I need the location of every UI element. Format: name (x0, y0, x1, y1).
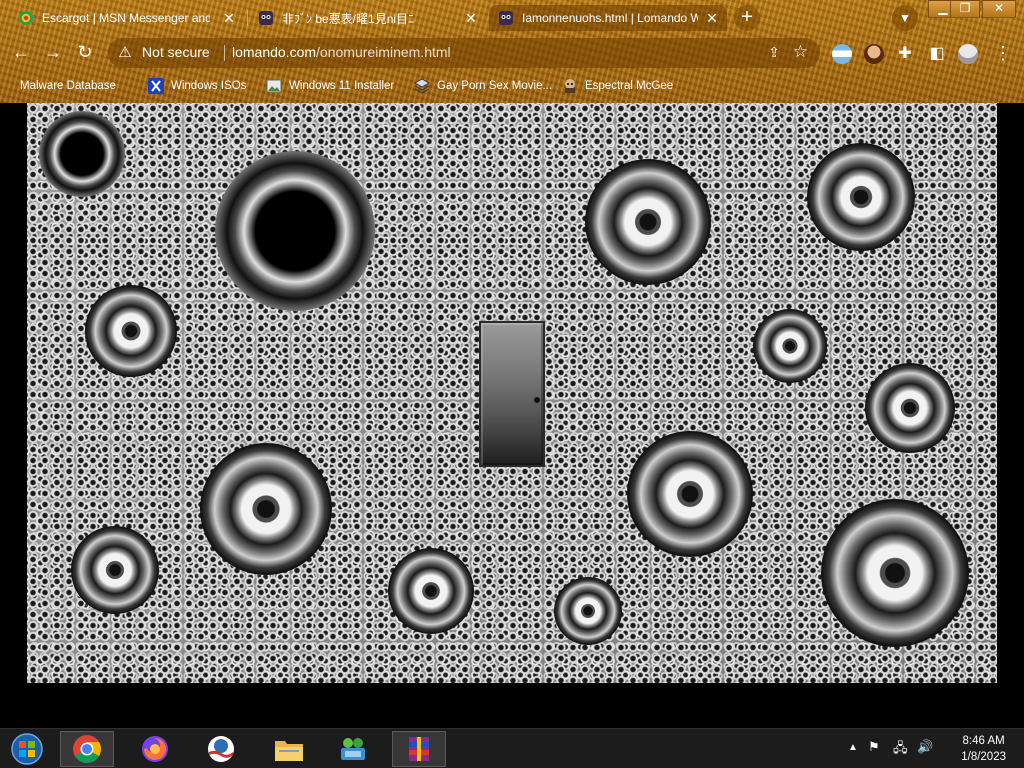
start-button[interactable] (0, 731, 54, 767)
eyeball-ring[interactable] (71, 526, 159, 614)
url-path: /onomureiminem.html (316, 44, 451, 60)
show-hidden-icons-chevron-icon[interactable]: ▲ (848, 742, 858, 753)
character-favicon-icon (259, 11, 273, 25)
tab-search-chevron-icon[interactable]: ▼ (892, 5, 918, 31)
bookmark-star-icon[interactable]: ☆ (793, 42, 808, 62)
profile-extension-icon[interactable] (864, 44, 884, 64)
door-knob[interactable] (534, 397, 540, 403)
clock[interactable]: 8:46 AM 1/8/2023 (961, 733, 1006, 765)
restore-button[interactable]: ❐ (950, 0, 980, 18)
flag-extension-icon[interactable] (832, 44, 852, 64)
close-tab-icon[interactable]: ✕ (220, 9, 238, 27)
firefox-icon (142, 736, 168, 762)
bookmark-gay-porn-sex-movie[interactable]: Gay Porn Sex Movie... (414, 76, 552, 96)
tab-label: Escargot | MSN Messenger and W (42, 11, 210, 25)
puzzle-extensions-icon[interactable]: ✚ (892, 41, 918, 67)
close-window-button[interactable]: ✕ (982, 0, 1016, 18)
eyeball-ring[interactable] (85, 285, 177, 377)
taskbar: ▲ ⚑ 🖧 🔊 8:46 AM 1/8/2023 (0, 728, 1024, 768)
x-logo-icon (148, 78, 164, 94)
eyeball-ring[interactable] (821, 499, 969, 647)
close-tab-icon[interactable]: ✕ (462, 9, 480, 27)
bookmarks-bar: Malware Database Windows ISOs Windows 11… (0, 72, 1024, 98)
page-viewport (0, 103, 1024, 728)
image-icon (266, 79, 282, 93)
eyeball-ring[interactable] (554, 577, 622, 645)
tab-label: Iamonnenuohs.html | Lomando Wi (522, 11, 698, 25)
security-label[interactable]: Not secure (142, 44, 210, 60)
character-favicon-icon (499, 11, 513, 25)
bookmark-label: Espectral McGee (585, 80, 674, 92)
menu-kebab-icon[interactable]: ⋮ (990, 40, 1016, 66)
bookmark-label: Windows ISOs (171, 80, 247, 92)
eyeball-ring[interactable] (627, 431, 753, 557)
browser-toolbar: ← → ↻ ⚠ Not secure lomando.com/onomureim… (0, 36, 1024, 70)
bookmark-malware-database[interactable]: Malware Database (14, 76, 116, 96)
share-icon[interactable]: ⇪ (768, 44, 780, 61)
eyeball-ring[interactable] (200, 443, 332, 575)
taskbar-network-people[interactable] (326, 731, 380, 767)
taskbar-chrome[interactable] (60, 731, 114, 767)
bookmark-label: Windows 11 Installer (289, 80, 395, 92)
eyeball-ring[interactable] (753, 309, 827, 383)
forward-arrow-icon[interactable]: → (40, 39, 66, 65)
eyeball-ring[interactable] (388, 548, 474, 634)
profile-avatar-icon[interactable] (958, 44, 978, 64)
volume-icon[interactable]: 🔊 (917, 739, 933, 755)
bookmark-windows-isos[interactable]: Windows ISOs (148, 76, 246, 96)
taskbar-firefox[interactable] (128, 731, 182, 767)
reload-icon[interactable]: ↻ (72, 39, 98, 65)
chrome-icon (73, 735, 101, 763)
network-people-icon (341, 738, 365, 760)
tab-label: 非ﾌﾞﾝ be悪表/曜1見ni目ﾆ (282, 11, 415, 26)
browser-frame: Escargot | MSN Messenger and W ✕ 非ﾌﾞﾝ be… (0, 0, 1024, 103)
folder-icon (275, 741, 303, 761)
eye-hole-ring[interactable] (215, 151, 375, 311)
tab-divider (247, 10, 248, 26)
eyeball-ring[interactable] (585, 159, 711, 285)
action-center-flag-icon[interactable]: ⚑ (868, 739, 880, 755)
tab-escargot[interactable]: Escargot | MSN Messenger and W ✕ (8, 5, 244, 31)
clock-date: 1/8/2023 (961, 751, 1006, 763)
back-arrow-icon[interactable]: ← (8, 39, 34, 65)
windows-start-icon (11, 733, 43, 765)
bookmark-label: Gay Porn Sex Movie... (437, 80, 553, 92)
eyeball-ring[interactable] (807, 143, 915, 251)
taskbar-obama-logo[interactable] (194, 731, 248, 767)
bookmark-espectral-mcgee[interactable]: Espectral McGee (562, 76, 673, 96)
taskbar-file-explorer[interactable] (262, 731, 316, 767)
character-icon (565, 79, 575, 93)
taskbar-winrar[interactable] (392, 731, 446, 767)
tab-second[interactable]: 非ﾌﾞﾝ be悪表/曜1見ni目ﾆ ✕ (250, 5, 486, 31)
warning-triangle-icon[interactable]: ⚠ (116, 44, 134, 62)
eyeball-ring[interactable] (865, 363, 955, 453)
network-icon[interactable]: 🖧 (893, 739, 908, 761)
address-bar[interactable]: ⚠ Not secure lomando.com/onomureiminem.h… (108, 38, 820, 68)
cell-texture-background (27, 103, 997, 683)
url-domain: lomando.com (232, 44, 317, 60)
obama-logo-icon (208, 736, 234, 762)
url-text[interactable]: lomando.com/onomureiminem.html (232, 44, 451, 60)
tab-active[interactable]: Iamonnenuohs.html | Lomando Wi ✕ (489, 5, 727, 31)
bookmark-label: Malware Database (20, 80, 116, 92)
clock-time: 8:46 AM (962, 735, 1005, 747)
new-tab-button[interactable]: + (734, 5, 760, 31)
bookmark-windows-11-installer[interactable]: Windows 11 Installer (266, 76, 394, 96)
winrar-icon (409, 737, 429, 761)
door[interactable] (479, 321, 545, 467)
eye-hole-ring[interactable] (39, 111, 125, 197)
stack-icon (414, 78, 430, 94)
escargot-favicon-icon (19, 11, 33, 25)
side-panel-icon[interactable]: ◧ (924, 41, 950, 67)
omnibox-divider (224, 45, 225, 61)
close-tab-icon[interactable]: ✕ (703, 9, 721, 27)
